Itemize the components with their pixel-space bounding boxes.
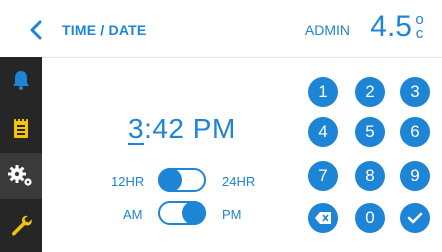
key-2[interactable]: 2 xyxy=(355,77,385,107)
sidebar-item-settings[interactable] xyxy=(0,153,42,199)
time-rest: :42 PM xyxy=(144,113,236,144)
check-icon xyxy=(407,212,423,224)
label-12hr: 12HR xyxy=(111,174,145,189)
key-0[interactable]: 0 xyxy=(355,203,385,233)
key-4[interactable]: 4 xyxy=(308,117,338,147)
backspace-key[interactable] xyxy=(308,203,338,233)
confirm-key[interactable] xyxy=(400,203,430,233)
label-am: AM xyxy=(123,207,143,222)
toggle-knob xyxy=(158,168,182,192)
sidebar-item-service[interactable] xyxy=(0,202,42,248)
key-6[interactable]: 6 xyxy=(400,117,430,147)
key-5[interactable]: 5 xyxy=(355,117,385,147)
bell-icon xyxy=(13,71,29,90)
am-pm-toggle[interactable] xyxy=(158,201,206,225)
user-label: ADMIN xyxy=(304,22,350,38)
label-pm: PM xyxy=(222,207,242,222)
page-title: TIME / DATE xyxy=(62,22,147,38)
key-7[interactable]: 7 xyxy=(308,161,338,191)
wrench-icon xyxy=(11,215,32,236)
hour-format-toggle[interactable] xyxy=(158,168,206,192)
backspace-icon xyxy=(315,212,331,224)
key-3[interactable]: 3 xyxy=(400,77,430,107)
sidebar xyxy=(0,57,42,252)
sidebar-item-log[interactable] xyxy=(0,105,42,151)
key-1[interactable]: 1 xyxy=(308,77,338,107)
clipboard-icon xyxy=(14,117,28,138)
temperature-unit: oc xyxy=(414,12,425,42)
gears-icon xyxy=(8,165,32,186)
time-display[interactable]: 3:42 PM xyxy=(128,113,236,145)
key-9[interactable]: 9 xyxy=(400,161,430,191)
time-hour-cursor: 3 xyxy=(128,113,145,144)
key-8[interactable]: 8 xyxy=(355,161,385,191)
header-bar: TIME / DATE ADMIN 4.5 o c xyxy=(0,0,442,58)
sidebar-item-alarms[interactable] xyxy=(0,57,42,103)
temperature-value: 4.5 xyxy=(370,10,412,43)
unit-celsius: c xyxy=(415,25,424,42)
chevron-left-icon[interactable] xyxy=(26,18,46,42)
toggle-knob xyxy=(182,201,206,225)
label-24hr: 24HR xyxy=(222,174,256,189)
temperature-readout: 4.5 o c xyxy=(370,12,425,46)
back-button[interactable] xyxy=(26,18,46,42)
